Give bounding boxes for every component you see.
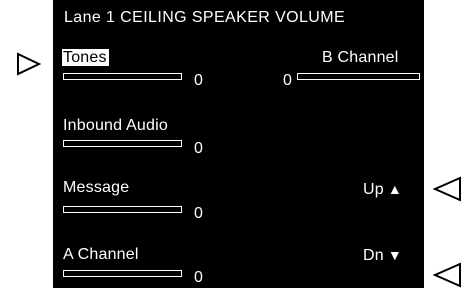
b-channel-value: 0	[283, 72, 292, 89]
tones-row[interactable]: Tones	[62, 49, 109, 67]
inbound-audio-value: 0	[194, 140, 203, 157]
tones-volume-bar[interactable]	[63, 73, 182, 80]
tones-label: Tones	[62, 49, 109, 66]
dn-control[interactable]: Dn ▼	[363, 247, 402, 265]
up-control[interactable]: Up ▲	[363, 181, 402, 199]
up-softkey-pointer-icon[interactable]	[432, 176, 462, 202]
message-value: 0	[194, 205, 203, 222]
dn-softkey-pointer-icon[interactable]	[432, 262, 462, 288]
inbound-audio-volume-bar[interactable]	[63, 140, 182, 147]
a-channel-value: 0	[194, 269, 203, 286]
screen-title: Lane 1 CEILING SPEAKER VOLUME	[64, 9, 346, 26]
dn-label: Dn	[363, 247, 384, 264]
up-label: Up	[363, 181, 384, 198]
b-channel-volume-bar[interactable]	[297, 73, 420, 80]
a-channel-label: A Channel	[63, 246, 139, 263]
tones-value: 0	[194, 72, 203, 89]
inbound-audio-label: Inbound Audio	[63, 117, 168, 134]
a-channel-volume-bar[interactable]	[63, 270, 182, 277]
down-triangle-icon: ▼	[387, 247, 402, 263]
up-triangle-icon: ▲	[387, 181, 402, 197]
selection-pointer-icon	[17, 52, 42, 76]
message-label: Message	[63, 179, 130, 196]
message-volume-bar[interactable]	[63, 206, 182, 213]
b-channel-label: B Channel	[322, 49, 399, 66]
speaker-volume-screen: Lane 1 CEILING SPEAKER VOLUME Tones 0 B …	[53, 0, 424, 288]
